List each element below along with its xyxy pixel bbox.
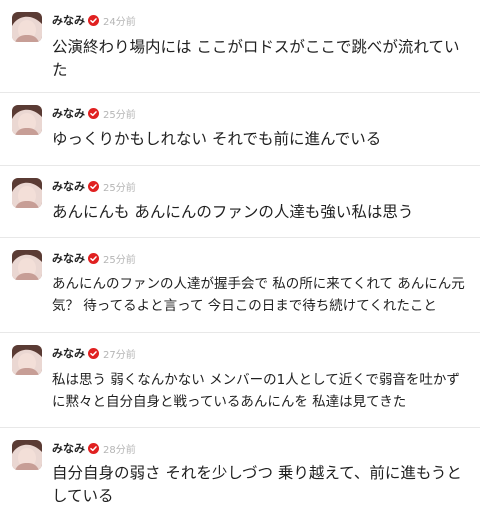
avatar[interactable] <box>12 440 42 470</box>
verified-check-icon <box>88 14 99 26</box>
avatar[interactable] <box>12 105 42 135</box>
post-timestamp: 25分前 <box>103 254 136 266</box>
avatar-image <box>12 178 42 208</box>
post-text: 公演終わり場内には ここがロドスがここで跳べが流れていた <box>52 38 460 79</box>
post-timestamp: 25分前 <box>103 182 136 194</box>
verified-check-icon <box>88 347 99 359</box>
avatar[interactable] <box>12 250 42 280</box>
avatar[interactable] <box>12 345 42 375</box>
post-timestamp: 28分前 <box>103 444 136 456</box>
post-item[interactable]: みなみ 27分前 私は思う 弱くなんかない メンバーの1人として近くで弱音を吐か… <box>0 333 480 428</box>
post-item[interactable]: みなみ 25分前 あんにんも あんにんのファンの人達も強い私は思う <box>0 166 480 238</box>
post-timestamp: 27分前 <box>103 349 136 361</box>
post-timestamp: 25分前 <box>103 109 136 121</box>
verified-check-icon <box>88 252 99 264</box>
post-text: 自分自身の弱さ それを少しづつ 乗り越えて、前に進もうとしている <box>52 464 462 505</box>
post-item[interactable]: みなみ 25分前 ゆっくりかもしれない それでも前に進んでいる <box>0 93 480 166</box>
avatar-image <box>12 345 42 375</box>
post-feed: みなみ 24分前 公演終わり場内には ここがロドスがここで跳べが流れていた みな… <box>0 0 480 521</box>
avatar-image <box>12 250 42 280</box>
verified-check-icon <box>88 107 99 119</box>
post-text: あんにんのファンの人達が握手会で 私の所に来てくれて あんにん元気？ 待ってるよ… <box>52 276 465 314</box>
post-text: あんにんも あんにんのファンの人達も強い私は思う <box>52 203 414 221</box>
post-item[interactable]: みなみ 24分前 公演終わり場内には ここがロドスがここで跳べが流れていた <box>0 0 480 93</box>
post-item[interactable]: みなみ 25分前 あんにんのファンの人達が握手会で 私の所に来てくれて あんにん… <box>0 238 480 333</box>
author-name[interactable]: みなみ <box>52 345 85 361</box>
verified-check-icon <box>88 180 99 192</box>
post-text: 私は思う 弱くなんかない メンバーの1人として近くで弱音を吐かずに黙々と自分自身… <box>52 372 460 410</box>
verified-check-icon <box>88 442 99 454</box>
post-text: ゆっくりかもしれない それでも前に進んでいる <box>52 130 382 148</box>
avatar[interactable] <box>12 12 42 42</box>
author-name[interactable]: みなみ <box>52 105 85 121</box>
post-item[interactable]: みなみ 28分前 自分自身の弱さ それを少しづつ 乗り越えて、前に進もうとしてい… <box>0 428 480 521</box>
author-name[interactable]: みなみ <box>52 178 85 194</box>
avatar-image <box>12 440 42 470</box>
avatar-image <box>12 12 42 42</box>
author-name[interactable]: みなみ <box>52 440 85 456</box>
avatar-image <box>12 105 42 135</box>
avatar[interactable] <box>12 178 42 208</box>
author-name[interactable]: みなみ <box>52 12 85 28</box>
post-timestamp: 24分前 <box>103 16 136 28</box>
author-name[interactable]: みなみ <box>52 250 85 266</box>
